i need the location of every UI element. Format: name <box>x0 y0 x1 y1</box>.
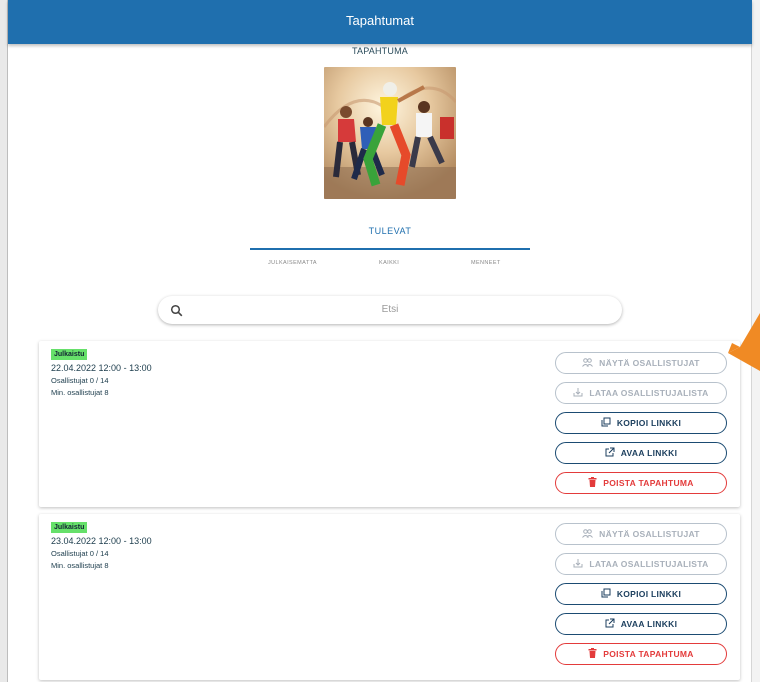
show-participants-label: NÄYTÄ OSALLISTUJAT <box>599 529 700 539</box>
participants-count: Osallistujat 0 / 14 <box>51 376 109 385</box>
copy-icon <box>601 417 611 429</box>
page-title: Tapahtumat <box>346 13 414 28</box>
people-icon <box>582 528 594 540</box>
tab-menneet[interactable]: MENNEET <box>471 260 501 266</box>
min-participants: Min. osallistujat 8 <box>51 388 109 397</box>
external-link-icon <box>605 618 615 630</box>
tab-tulevat[interactable]: TULEVAT <box>250 226 530 250</box>
download-participants-label: LATAA OSALLISTUJALISTA <box>589 388 709 398</box>
show-participants-button[interactable]: NÄYTÄ OSALLISTUJAT <box>555 352 727 374</box>
window-left-edge <box>0 0 8 682</box>
copy-link-button[interactable]: KOPIOI LINKKI <box>555 583 727 605</box>
delete-occurrence-label: POISTA TAPAHTUMA <box>603 478 694 488</box>
copy-link-label: KOPIOI LINKKI <box>616 418 682 428</box>
min-participants: Min. osallistujat 8 <box>51 561 109 570</box>
external-link-icon <box>605 447 615 459</box>
tab-tulevat-label: TULEVAT <box>368 226 412 236</box>
show-participants-label: NÄYTÄ OSALLISTUJAT <box>599 358 700 368</box>
occurrence-datetime: 22.04.2022 12:00 - 13:00 <box>51 363 152 373</box>
occurrence-card: Julkaistu 22.04.2022 12:00 - 13:00 Osall… <box>39 341 740 507</box>
download-participants-button[interactable]: LATAA OSALLISTUJALISTA <box>555 382 727 404</box>
people-icon <box>582 357 594 369</box>
tab-julkaisematta[interactable]: JULKAISEMATTA <box>268 260 317 266</box>
event-image <box>324 67 456 199</box>
download-icon <box>573 558 583 570</box>
app-header: Tapahtumat <box>8 0 752 44</box>
download-participants-label: LATAA OSALLISTUJALISTA <box>589 559 709 569</box>
open-link-label: AVAA LINKKI <box>620 619 678 629</box>
search-placeholder: Etsi <box>381 304 399 315</box>
occurrence-datetime: 23.04.2022 12:00 - 13:00 <box>51 536 152 546</box>
occurrence-card: Julkaistu 23.04.2022 12:00 - 13:00 Osall… <box>39 514 740 680</box>
download-icon <box>573 387 583 399</box>
download-participants-button[interactable]: LATAA OSALLISTUJALISTA <box>555 553 727 575</box>
status-badge: Julkaistu <box>51 349 88 360</box>
copy-link-button[interactable]: KOPIOI LINKKI <box>555 412 727 434</box>
trash-icon <box>588 648 597 660</box>
status-badge: Julkaistu <box>51 522 88 533</box>
tab-kaikki[interactable]: KAIKKI <box>379 260 399 266</box>
open-link-button[interactable]: AVAA LINKKI <box>555 613 727 635</box>
open-link-button[interactable]: AVAA LINKKI <box>555 442 727 464</box>
delete-occurrence-button[interactable]: POISTA TAPAHTUMA <box>555 643 727 665</box>
delete-occurrence-label: POISTA TAPAHTUMA <box>603 649 694 659</box>
event-label: TAPAHTUMA <box>352 46 408 56</box>
trash-icon <box>588 477 597 489</box>
search-input[interactable]: Etsi <box>158 296 622 324</box>
copy-link-label: KOPIOI LINKKI <box>616 589 682 599</box>
open-link-label: AVAA LINKKI <box>620 448 678 458</box>
delete-occurrence-button[interactable]: POISTA TAPAHTUMA <box>555 472 727 494</box>
participants-count: Osallistujat 0 / 14 <box>51 549 109 558</box>
copy-icon <box>601 588 611 600</box>
annotation-arrow-icon <box>728 313 760 378</box>
show-participants-button[interactable]: NÄYTÄ OSALLISTUJAT <box>555 523 727 545</box>
